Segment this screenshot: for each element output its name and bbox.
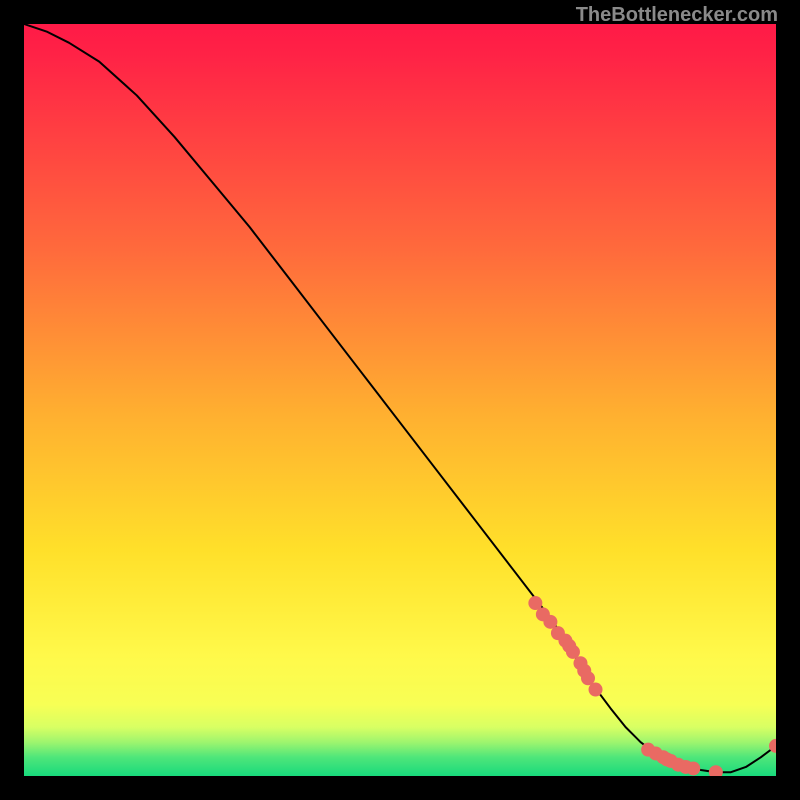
sample-point	[589, 683, 603, 697]
watermark-text: TheBottlenecker.com	[576, 4, 778, 27]
chart-container: { "watermark": "TheBottlenecker.com", "c…	[0, 0, 800, 800]
sample-point	[686, 761, 700, 775]
bottleneck-chart	[24, 24, 776, 776]
gradient-background	[24, 24, 776, 776]
